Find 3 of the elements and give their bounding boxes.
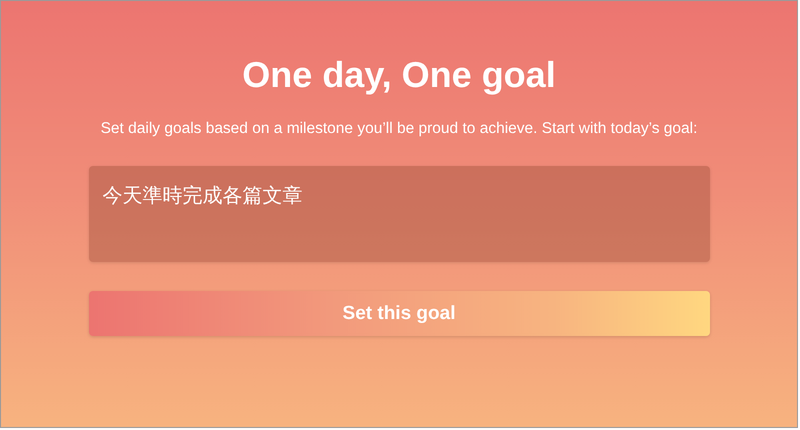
set-goal-button[interactable]: Set this goal (88, 291, 710, 336)
instruction-text: Set daily goals based on a milestone you’ll be proud to achieve. Start with today’s goal: (100, 119, 698, 139)
page-title: One day, One goal (242, 53, 556, 97)
